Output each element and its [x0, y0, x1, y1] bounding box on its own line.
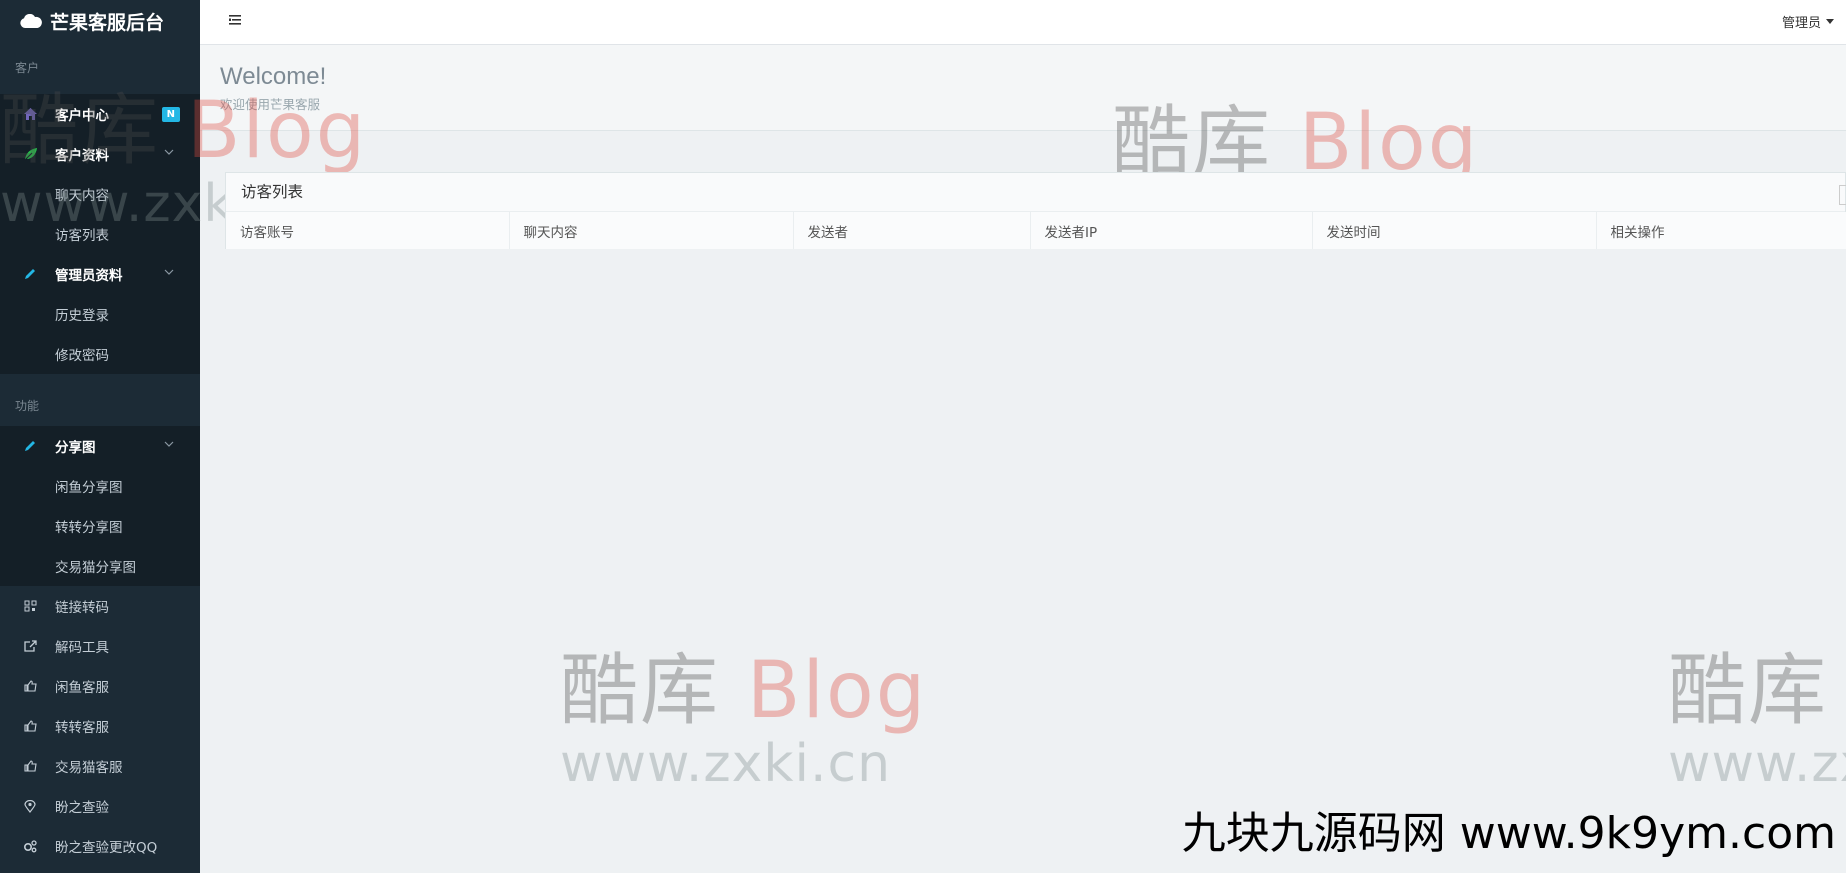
column-header[interactable]: 发送时间: [1312, 212, 1597, 249]
sidebar-item-customer-info[interactable]: 客户资料: [0, 134, 200, 174]
cloud-icon: [20, 14, 42, 28]
share-square-icon: [22, 638, 38, 654]
thumbs-up-icon: [22, 678, 38, 694]
visitor-table: 访客账号 聊天内容 发送者 发送者IP 发送时间 相关操作: [226, 212, 1846, 249]
home-icon: [22, 106, 38, 122]
watermark-cn: 酷库: [560, 646, 721, 736]
sidebar-subitem-visitor-list[interactable]: 访客列表: [0, 214, 200, 254]
column-header[interactable]: 发送者: [793, 212, 1031, 249]
pencil-icon: [22, 266, 38, 282]
watermark-url: www.zxki.cn: [1668, 734, 1846, 794]
caret-down-icon: [1826, 19, 1834, 24]
sidebar-item-label: 转转客服: [55, 720, 109, 736]
sidebar-subitem-chat-content[interactable]: 聊天内容: [0, 174, 200, 214]
menu-toggle-icon[interactable]: [228, 13, 242, 27]
sidebar-item-label: 盼之查验更改QQ: [55, 840, 158, 856]
sidebar-item-label: 分享图: [55, 440, 96, 456]
brand[interactable]: 芒果客服后台: [0, 0, 200, 42]
sidebar-item-label: 客户中心: [55, 108, 109, 124]
sidebar-item-panzhi-check[interactable]: 盼之查验: [0, 786, 200, 826]
table-header-row: 访客账号 聊天内容 发送者 发送者IP 发送时间 相关操作: [226, 212, 1846, 249]
sidebar-item-label: 闲鱼分享图: [55, 480, 123, 496]
gears-icon: [22, 838, 38, 854]
sidebar-item-label: 聊天内容: [55, 188, 109, 204]
chevron-down-icon: [164, 149, 174, 155]
leaf-icon: [22, 146, 38, 162]
sidebar-item-link-transcode[interactable]: 链接转码: [0, 586, 200, 626]
sidebar-item-decode-tool[interactable]: 解码工具: [0, 626, 200, 666]
sidebar-item-label: 修改密码: [55, 348, 109, 364]
page-subtitle: 欢迎使用芒果客服: [220, 97, 321, 112]
share-group: 分享图 闲鱼分享图 转转分享图 交易猫分享图: [0, 426, 200, 586]
map-pin-icon: [22, 798, 38, 814]
visitor-list-panel: 访客列表 访客账号 聊天内容 发送者 发送者IP 发送时间 相关操作: [225, 172, 1846, 249]
sidebar-item-customer-center[interactable]: 客户中心 N: [0, 94, 200, 134]
sidebar-item-label: 闲鱼客服: [55, 680, 109, 696]
sidebar-item-xianyu-service[interactable]: 闲鱼客服: [0, 666, 200, 706]
user-name: 管理员: [1781, 16, 1821, 31]
chevron-down-icon: [164, 269, 174, 275]
sidebar-item-jiaoyimao-service[interactable]: 交易猫客服: [0, 746, 200, 786]
column-header[interactable]: 相关操作: [1596, 212, 1846, 249]
watermark: 酷库 Blog www.zxki.cn: [560, 648, 927, 794]
new-badge: N: [161, 107, 180, 122]
watermark-cn: 酷库: [1668, 646, 1829, 736]
sidebar-item-share-image[interactable]: 分享图: [0, 426, 200, 466]
sidebar-item-label: 盼之查验: [55, 800, 109, 816]
sidebar-item-zhuanzhuan-service[interactable]: 转转客服: [0, 706, 200, 746]
watermark: 酷库 www.zxki.cn: [1668, 648, 1846, 794]
pencil-icon: [22, 438, 38, 454]
sidebar-subitem-zhuanzhuan-share[interactable]: 转转分享图: [0, 506, 200, 546]
sidebar-item-label: 历史登录: [55, 308, 109, 324]
panel-heading: 访客列表: [226, 173, 1846, 212]
qrcode-icon: [22, 598, 38, 614]
watermark-blog: Blog: [746, 646, 928, 736]
thumbs-up-icon: [22, 718, 38, 734]
sidebar-subitem-change-password[interactable]: 修改密码: [0, 334, 200, 374]
sidebar-item-label: 转转分享图: [55, 520, 123, 536]
sidebar-item-label: 交易猫分享图: [55, 560, 136, 576]
sidebar-subitem-xianyu-share[interactable]: 闲鱼分享图: [0, 466, 200, 506]
sidebar-item-admin-info[interactable]: 管理员资料: [0, 254, 200, 294]
page-title: Welcome!: [220, 63, 327, 90]
sidebar-item-label: 解码工具: [55, 640, 109, 656]
sidebar-item-label: 链接转码: [55, 600, 109, 616]
sidebar-subitem-jiaoyimao-share[interactable]: 交易猫分享图: [0, 546, 200, 586]
column-header[interactable]: 发送者IP: [1030, 212, 1313, 249]
section-label-customer: 客户: [15, 61, 40, 75]
page-header: Welcome! 欢迎使用芒果客服: [200, 45, 1846, 131]
panel-title: 访客列表: [241, 183, 304, 201]
panel-tool[interactable]: [1839, 185, 1846, 205]
divider: [0, 374, 200, 386]
site-watermark: 九块九源码网 www.9k9ym.com: [1181, 808, 1836, 859]
sidebar-item-label: 访客列表: [55, 228, 109, 244]
top-bar: 管理员: [200, 0, 1846, 45]
sidebar: 芒果客服后台 客户 客户中心 N 客户资料 聊天内容 访客列表 管理员资料 历史…: [0, 0, 200, 873]
column-header[interactable]: 访客账号: [226, 212, 510, 249]
sidebar-item-label: 客户资料: [55, 148, 109, 164]
sidebar-item-label: 管理员资料: [55, 268, 123, 284]
column-header[interactable]: 聊天内容: [509, 212, 794, 249]
sidebar-item-label: 交易猫客服: [55, 760, 123, 776]
section-label-function: 功能: [15, 399, 40, 413]
customer-group: 客户中心 N 客户资料 聊天内容 访客列表 管理员资料 历史登录 修改密码: [0, 94, 200, 374]
sidebar-item-panzhi-change-qq[interactable]: 盼之查验更改QQ: [0, 826, 200, 866]
brand-title: 芒果客服后台: [50, 11, 165, 34]
thumbs-up-icon: [22, 758, 38, 774]
watermark-url: www.zxki.cn: [560, 734, 892, 794]
sidebar-subitem-login-history[interactable]: 历史登录: [0, 294, 200, 334]
user-menu[interactable]: 管理员: [1782, 12, 1834, 31]
chevron-down-icon: [164, 441, 174, 447]
